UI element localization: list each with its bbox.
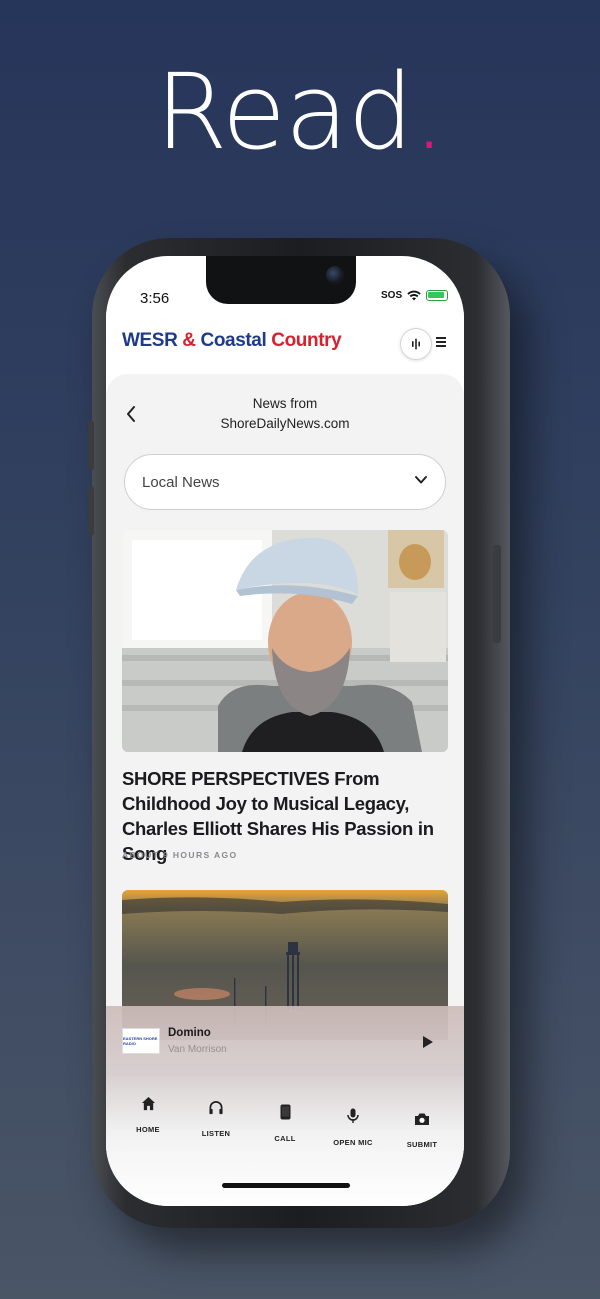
back-chevron-icon[interactable]	[124, 404, 138, 424]
logo-country: Country	[271, 330, 342, 351]
news-source-line1: News from	[252, 396, 318, 411]
phone-side-button	[493, 545, 501, 643]
play-icon[interactable]	[422, 1035, 434, 1049]
news-source-line2: ShoreDailyNews.com	[220, 416, 350, 431]
tab-submit-label: SUBMIT	[406, 1140, 438, 1149]
category-dropdown[interactable]: Local News	[124, 454, 446, 510]
tab-open-mic-label: OPEN MIC	[333, 1138, 373, 1147]
tab-submit[interactable]: SUBMIT	[387, 1112, 457, 1152]
camera-icon	[415, 1113, 429, 1125]
logo-coastal: Coastal	[200, 330, 267, 351]
now-playing-bar[interactable]: EASTERN SHORE RADIO Domino Van Morrison	[106, 1006, 464, 1076]
status-indicators: SOS	[381, 290, 449, 301]
article-timestamp: ABOUT 9 HOURS AGO	[122, 850, 238, 860]
phone-volume-button-2	[88, 486, 94, 536]
battery-icon	[426, 290, 449, 301]
article-image[interactable]	[122, 530, 448, 752]
logo-wesr: WESR	[122, 330, 178, 351]
app-header: WESR & Coastal Country	[106, 312, 464, 376]
tab-listen[interactable]: LISTEN	[181, 1100, 251, 1141]
home-icon	[141, 1096, 155, 1111]
tab-call-label: CALL	[274, 1134, 296, 1143]
category-selected: Local News	[142, 474, 220, 491]
tab-home[interactable]: HOME	[113, 1096, 183, 1137]
sos-indicator: SOS	[381, 290, 403, 301]
status-time: 3:56	[140, 290, 170, 307]
audio-wave-icon	[412, 338, 420, 350]
front-camera	[326, 266, 344, 284]
now-playing-artwork: EASTERN SHORE RADIO	[122, 1028, 160, 1054]
logo-ampersand: &	[182, 330, 196, 351]
phone-icon	[280, 1104, 290, 1120]
tab-home-label: HOME	[136, 1125, 160, 1134]
hamburger-menu-icon[interactable]	[436, 337, 446, 349]
microphone-icon	[347, 1108, 359, 1123]
tab-listen-label: LISTEN	[201, 1129, 231, 1138]
tab-open-mic[interactable]: OPEN MIC	[318, 1108, 388, 1150]
chevron-down-icon	[415, 476, 427, 484]
article-photo-man-in-cap	[122, 530, 448, 752]
promo-headline: Read.	[0, 52, 600, 172]
phone-volume-button	[88, 420, 94, 470]
headphones-icon	[209, 1101, 223, 1115]
live-audio-button[interactable]	[400, 328, 432, 360]
wifi-icon	[407, 290, 421, 301]
promo-headline-text: Read	[155, 51, 413, 173]
tab-call[interactable]: CALL	[250, 1104, 320, 1146]
home-indicator	[222, 1183, 350, 1188]
now-playing-title: Domino	[168, 1027, 211, 1039]
promo-headline-dot: .	[412, 51, 446, 173]
news-source-title: News from ShoreDailyNews.com	[186, 394, 384, 434]
station-logo[interactable]: WESR & Coastal Country	[122, 330, 342, 352]
phone-screen: 3:56 SOS WESR & Coastal Country News fro…	[106, 256, 464, 1206]
now-playing-artist: Van Morrison	[168, 1044, 227, 1055]
